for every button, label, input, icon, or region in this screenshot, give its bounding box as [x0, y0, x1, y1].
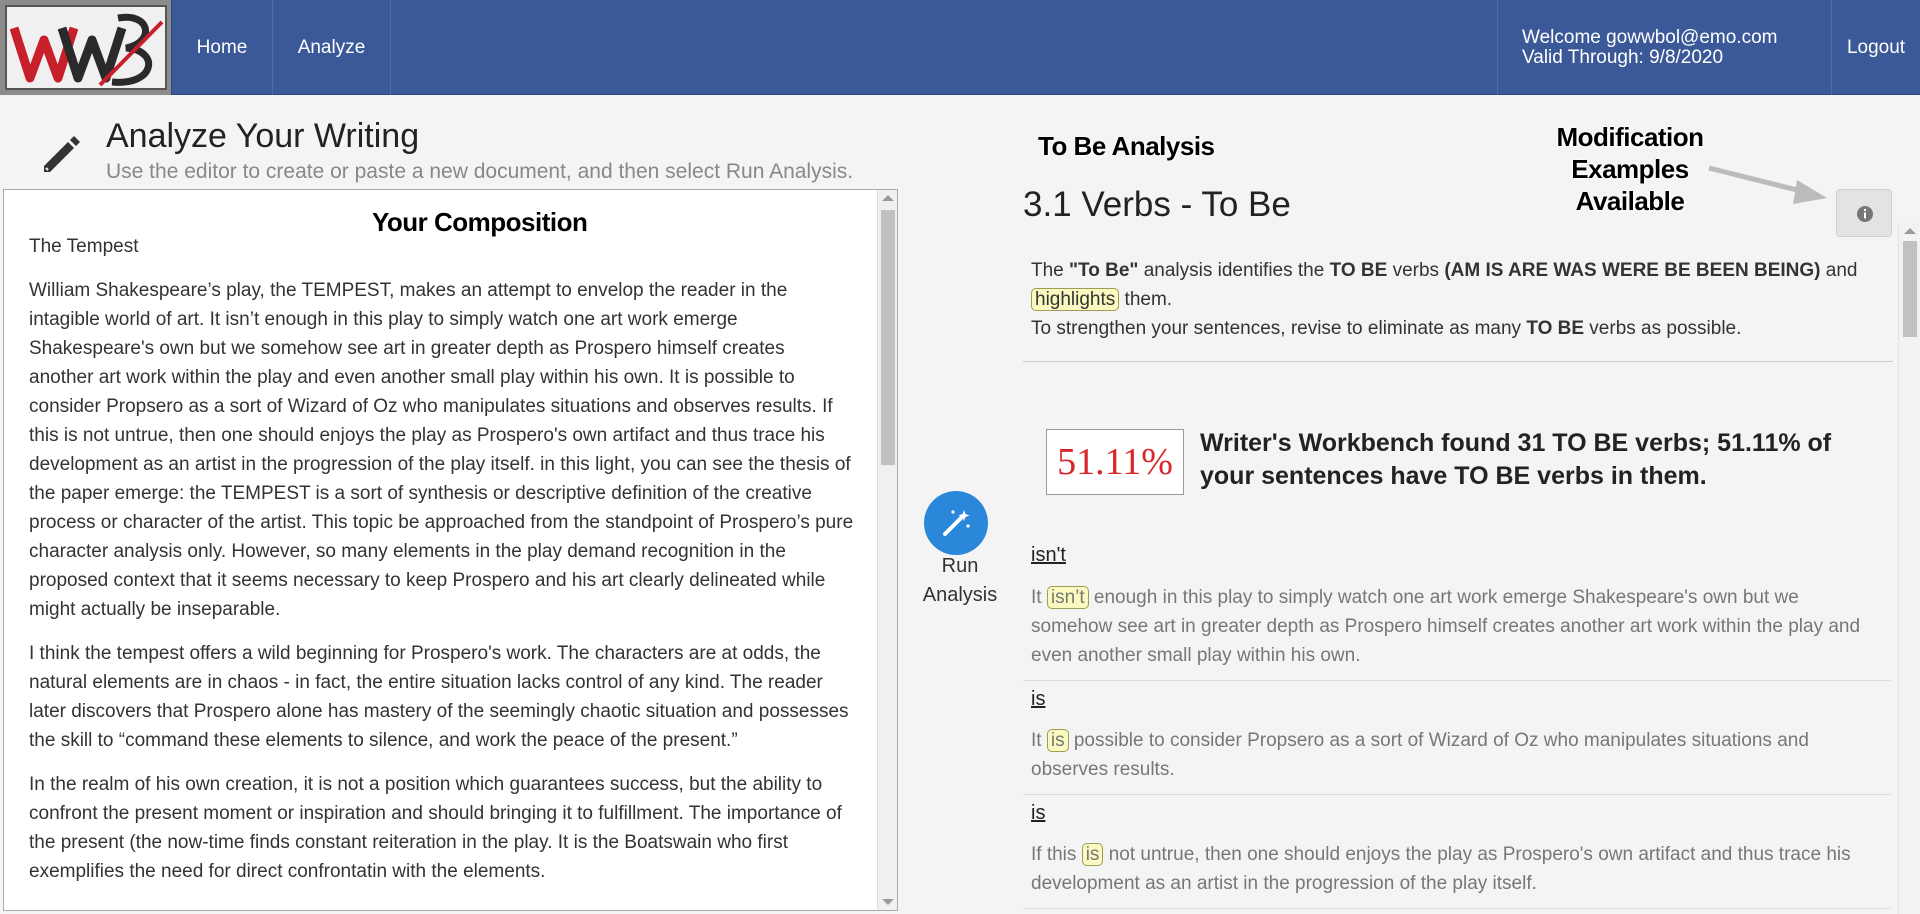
nav-analyze[interactable]: Analyze	[273, 0, 391, 95]
scroll-up-icon[interactable]	[882, 195, 894, 201]
logo[interactable]	[0, 0, 172, 95]
example-divider	[1023, 680, 1891, 681]
highlight-sample: highlights	[1031, 288, 1120, 311]
user-info: Welcome gowwbol@emo.com Valid Through: 9…	[1497, 0, 1832, 95]
example-verb-heading: is	[1031, 688, 1046, 710]
logo-image	[0, 0, 171, 95]
verb-highlight: is	[1046, 729, 1069, 752]
example-sentence: It isn’t enough in this play to simply w…	[1031, 586, 1861, 666]
editor-scroll-thumb[interactable]	[881, 210, 895, 465]
analysis-title: 3.1 Verbs - To Be	[1023, 185, 1291, 224]
page-subtitle: Use the editor to create or paste a new …	[106, 160, 854, 183]
run-analysis-button[interactable]	[924, 491, 988, 555]
document-paragraph: In the realm of his own creation, it is …	[29, 774, 842, 882]
example-verb-heading: isn't	[1031, 544, 1066, 566]
annotation-your-composition: Your Composition	[372, 207, 588, 237]
page-title: Analyze Your Writing	[106, 117, 420, 155]
example-verb-heading: is	[1031, 802, 1046, 824]
results-scrollbar[interactable]	[1898, 223, 1920, 914]
example-sentence: If this is not untrue, then one should e…	[1031, 843, 1851, 894]
divider	[1023, 361, 1893, 362]
welcome-text: Welcome gowwbol@emo.com	[1522, 27, 1778, 48]
scroll-up-icon[interactable]	[1904, 228, 1916, 234]
annotation-to-be-analysis: To Be Analysis	[1038, 131, 1215, 161]
annotation-arrow-icon	[1708, 165, 1827, 204]
composition-editor[interactable]: The Tempest William Shakespeare’s play, …	[3, 189, 898, 911]
info-button[interactable]	[1836, 189, 1892, 237]
magic-wand-icon	[943, 510, 970, 536]
run-label-line2: Analysis	[922, 584, 998, 606]
verb-highlight: isn’t	[1046, 586, 1089, 609]
valid-through-text: Valid Through: 9/8/2020	[1522, 47, 1724, 68]
verb-highlight: is	[1081, 843, 1104, 866]
results-scroll-thumb[interactable]	[1903, 241, 1917, 337]
document-paragraph: I think the tempest offers a wild beginn…	[29, 643, 849, 751]
analysis-summary: Writer's Workbench found 31 TO BE verbs;…	[1200, 429, 1832, 490]
info-icon	[1857, 206, 1873, 222]
percent-score: 51.11%	[1046, 429, 1184, 495]
description-line1: The "To Be" analysis identifies the TO B…	[1031, 260, 1858, 311]
nav-home[interactable]: Home	[172, 0, 273, 95]
example-divider	[1023, 908, 1891, 909]
scroll-down-icon[interactable]	[882, 899, 894, 905]
pencil-icon	[44, 136, 80, 172]
editor-scrollbar[interactable]	[877, 190, 897, 910]
navbar: Home Analyze Welcome gowwbol@emo.com Val…	[0, 0, 1920, 95]
editor-content[interactable]: The Tempest William Shakespeare’s play, …	[29, 232, 854, 901]
annotation-modification-examples: Modification Examples Available	[1556, 122, 1704, 216]
analysis-description: The "To Be" analysis identifies the TO B…	[1031, 256, 1891, 343]
logout-link[interactable]: Logout	[1832, 0, 1920, 95]
example-sentence: It is possible to consider Propsero as a…	[1031, 729, 1809, 780]
document-paragraph: William Shakespeare’s play, the TEMPEST,…	[29, 280, 854, 620]
run-analysis-label[interactable]: Run Analysis	[905, 552, 1015, 610]
example-divider	[1023, 794, 1891, 795]
description-line2: To strengthen your sentences, revise to …	[1031, 318, 1742, 339]
run-label-line1: Run	[941, 555, 979, 577]
